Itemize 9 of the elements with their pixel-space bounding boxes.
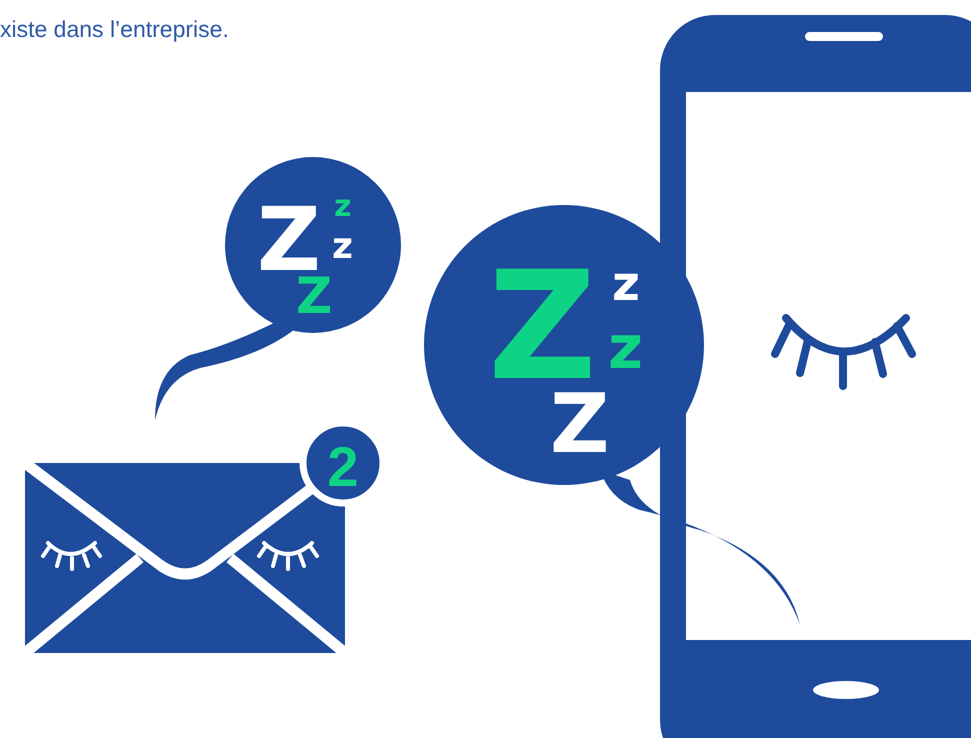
sleep-letter: z [332,226,353,267]
intro-text: xiste dans l’entreprise. [0,15,229,44]
closed-eye-icon [41,541,102,571]
sleep-letter: z [334,189,352,224]
badge-count: 2 [327,435,359,498]
closed-eye-icon [257,541,319,571]
sleep-letter: z [608,313,643,383]
sleep-letter: z [612,256,640,312]
closed-eye-icon [771,314,916,390]
